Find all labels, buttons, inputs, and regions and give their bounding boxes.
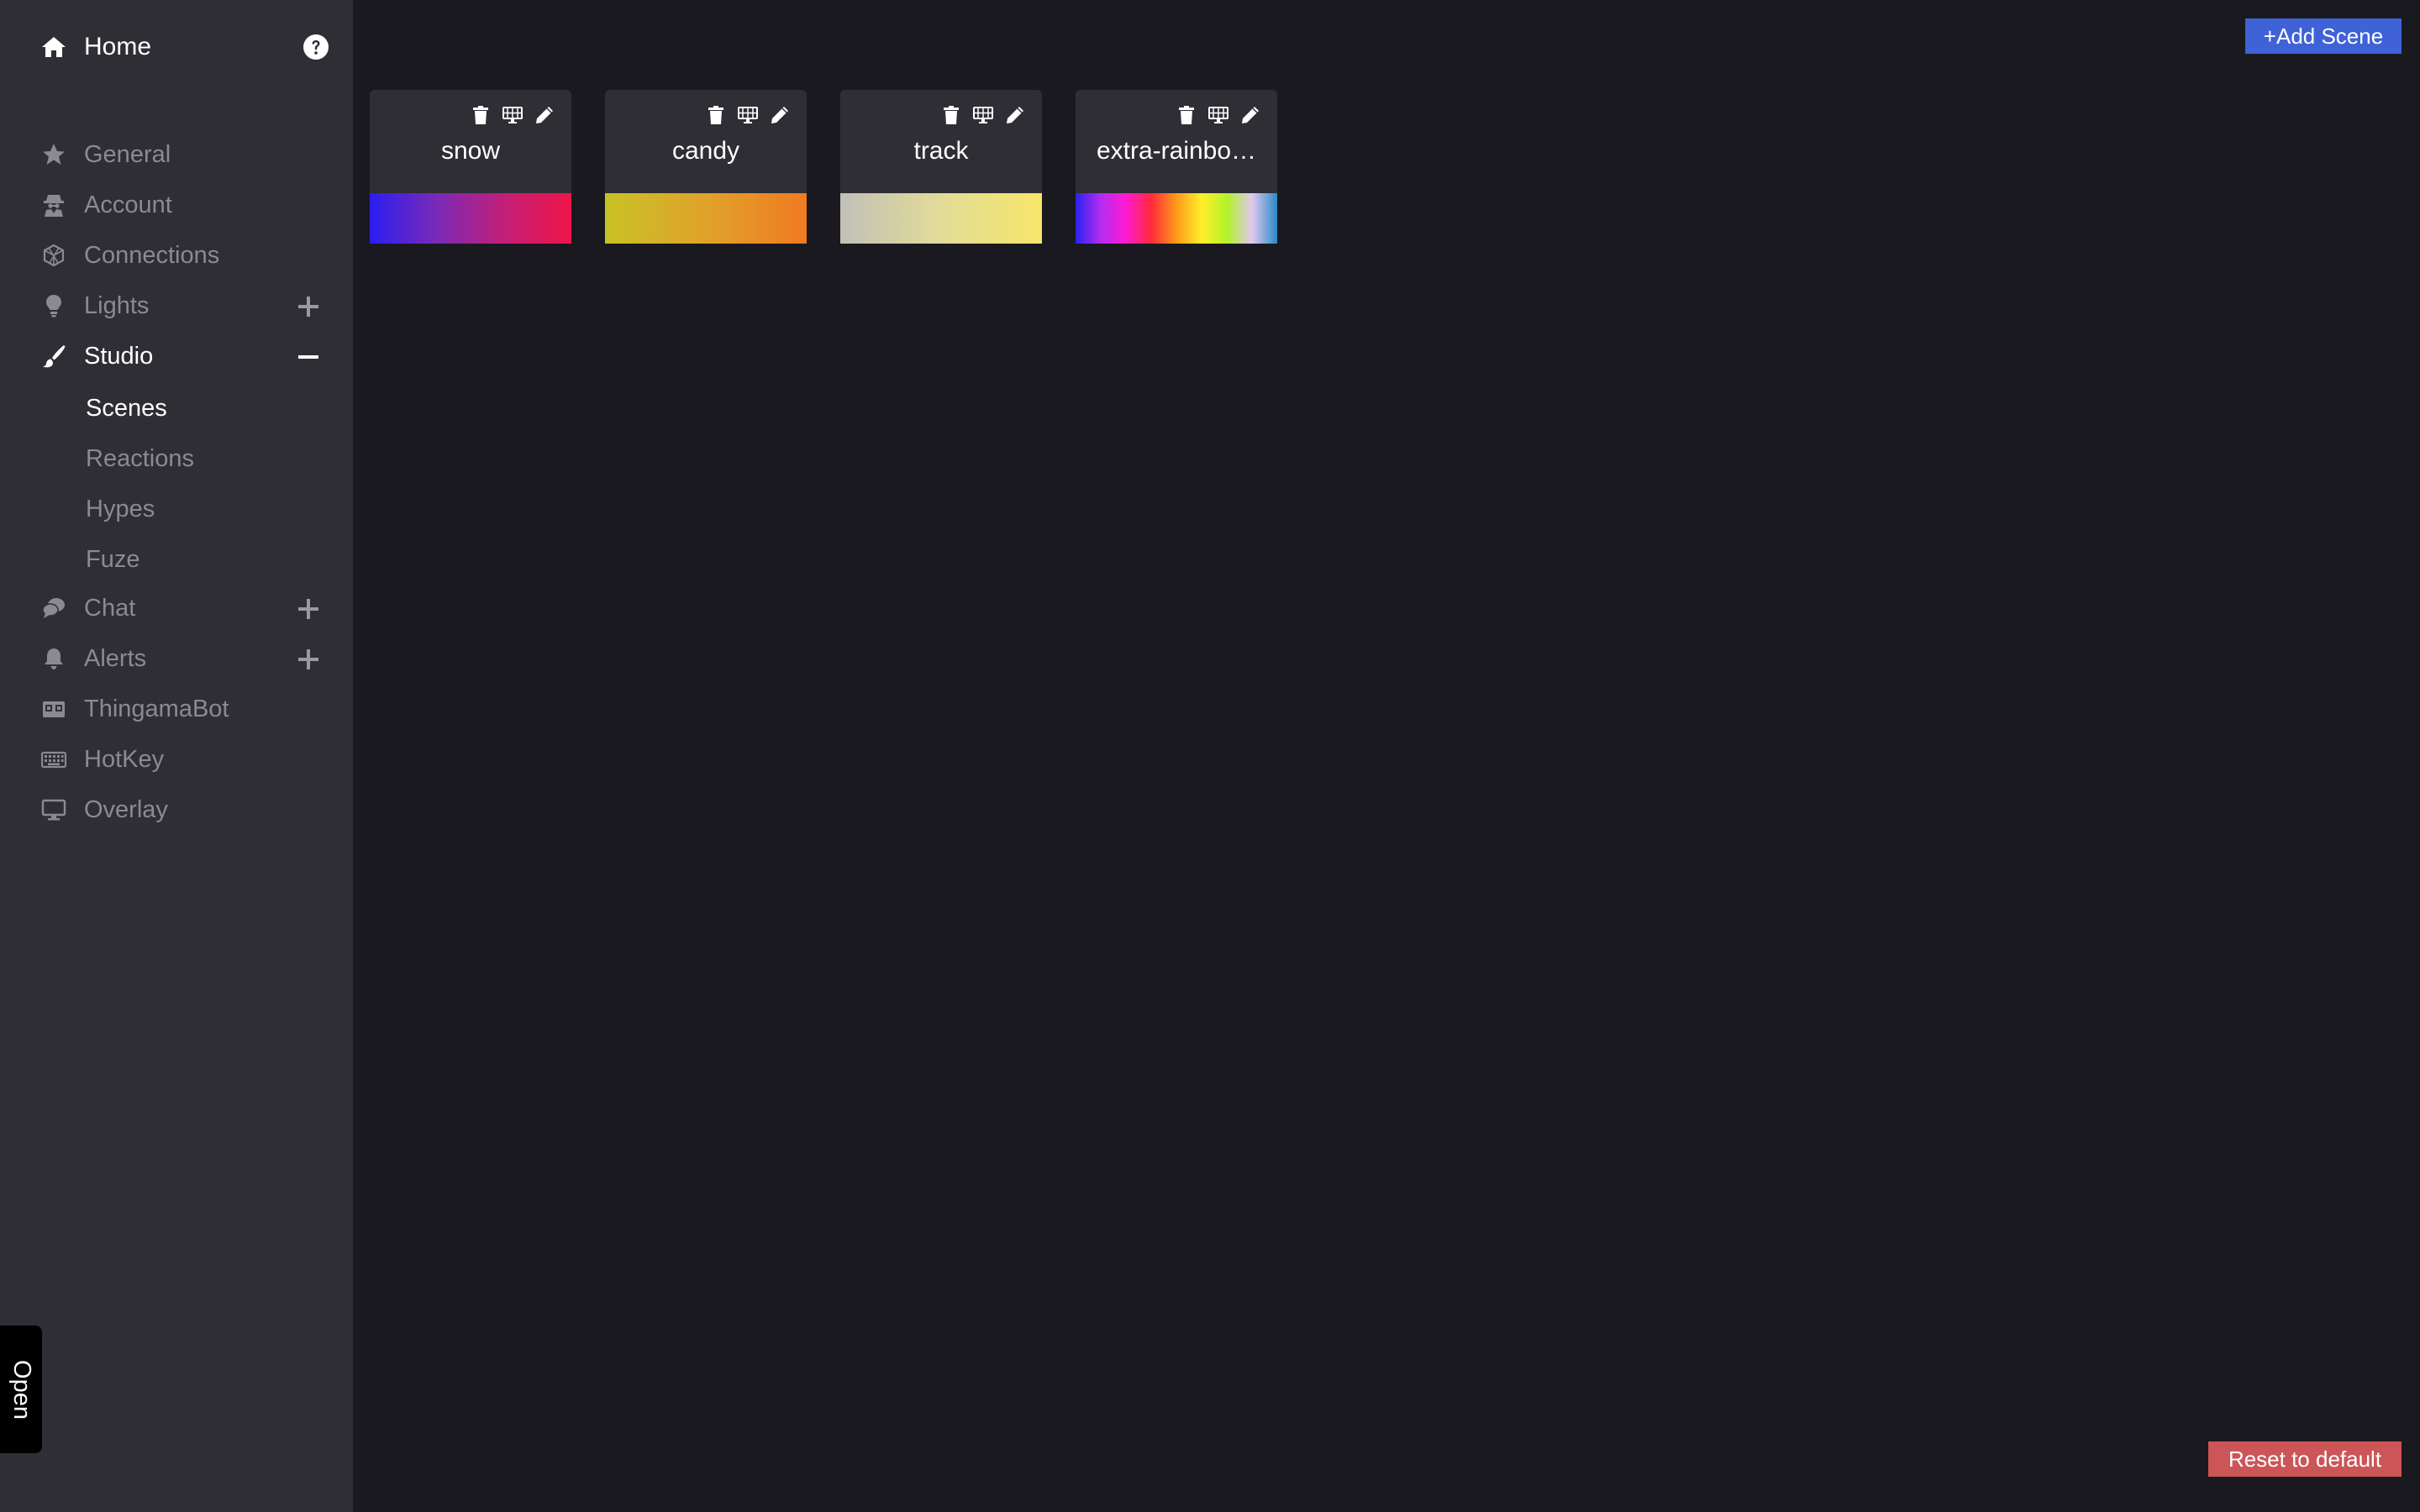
screen-preview-icon[interactable] bbox=[971, 103, 995, 127]
sidebar-item-alerts[interactable]: Alerts bbox=[40, 640, 329, 677]
sidebar-item-chat[interactable]: Chat bbox=[40, 590, 329, 627]
robot-icon bbox=[40, 696, 67, 722]
trash-icon[interactable] bbox=[469, 103, 492, 127]
user-secret-icon bbox=[40, 192, 67, 218]
open-tab-label: Open bbox=[8, 1359, 35, 1420]
screen-preview-icon[interactable] bbox=[736, 103, 760, 127]
scene-name: extra-rainbo… bbox=[1096, 137, 1257, 165]
trash-icon[interactable] bbox=[1175, 103, 1198, 127]
keyboard-icon bbox=[40, 746, 67, 773]
sidebar-item-label: Alerts bbox=[84, 644, 147, 672]
sidebar-item-general[interactable]: General bbox=[40, 136, 329, 173]
sidebar-item-label: ThingamaBot bbox=[84, 695, 229, 722]
sidebar-item-label: Overlay bbox=[84, 795, 168, 823]
open-tab[interactable]: Open bbox=[0, 1326, 42, 1453]
scene-card[interactable]: snow bbox=[370, 90, 571, 244]
trash-icon[interactable] bbox=[939, 103, 963, 127]
sidebar-home[interactable]: Home bbox=[40, 30, 329, 64]
add-scene-button[interactable]: +Add Scene bbox=[2245, 18, 2402, 54]
scene-gradient bbox=[1076, 193, 1277, 244]
scene-gradient bbox=[370, 193, 571, 244]
sidebar-item-thingamabot[interactable]: ThingamaBot bbox=[40, 690, 329, 727]
home-icon bbox=[40, 34, 67, 60]
sidebar-subitem-reactions[interactable]: Reactions bbox=[86, 440, 194, 477]
scene-gradient bbox=[605, 193, 807, 244]
monitor-icon bbox=[40, 796, 67, 823]
pencil-icon[interactable] bbox=[768, 103, 792, 127]
scene-card[interactable]: candy bbox=[605, 90, 807, 244]
reset-to-default-button[interactable]: Reset to default bbox=[2208, 1441, 2402, 1477]
plus-icon[interactable] bbox=[297, 296, 319, 318]
question-circle-icon[interactable] bbox=[302, 34, 329, 60]
scene-name: snow bbox=[440, 137, 501, 165]
plus-icon[interactable] bbox=[297, 598, 319, 620]
star-icon bbox=[40, 141, 67, 168]
scene-gradient bbox=[840, 193, 1042, 244]
sidebar-item-label: Lights bbox=[84, 291, 150, 319]
sidebar-subitem-scenes[interactable]: Scenes bbox=[86, 390, 167, 427]
plus-icon[interactable] bbox=[297, 648, 319, 670]
scene-card-tools bbox=[939, 103, 1027, 127]
paintbrush-icon bbox=[40, 343, 67, 370]
sidebar-item-label: Studio bbox=[84, 342, 154, 370]
sidebar-item-label: Connections bbox=[84, 241, 220, 269]
screen-preview-icon[interactable] bbox=[501, 103, 524, 127]
sidebar-subitem-fuze[interactable]: Fuze bbox=[86, 541, 139, 578]
screen-preview-icon[interactable] bbox=[1207, 103, 1230, 127]
scene-card[interactable]: extra-rainbo… bbox=[1076, 90, 1277, 244]
chat-icon bbox=[40, 595, 67, 622]
sidebar-item-studio[interactable]: Studio bbox=[40, 338, 329, 375]
pencil-icon[interactable] bbox=[1239, 103, 1262, 127]
scene-name: track bbox=[913, 137, 969, 165]
sidebar-item-account[interactable]: Account bbox=[40, 186, 329, 223]
sidebar-subitem-hypes[interactable]: Hypes bbox=[86, 491, 155, 528]
sidebar-item-overlay[interactable]: Overlay bbox=[40, 791, 329, 828]
scene-name: candy bbox=[671, 137, 740, 165]
sidebar-item-label: Chat bbox=[84, 594, 136, 622]
bell-icon bbox=[40, 645, 67, 672]
scene-card[interactable]: track bbox=[840, 90, 1042, 244]
sidebar-item-label: General bbox=[84, 140, 171, 168]
sidebar-item-label: Account bbox=[84, 191, 172, 218]
pencil-icon[interactable] bbox=[1003, 103, 1027, 127]
sidebar-item-connections[interactable]: Connections bbox=[40, 237, 329, 274]
lightbulb-icon bbox=[40, 292, 67, 319]
minus-icon[interactable] bbox=[297, 346, 319, 368]
pencil-icon[interactable] bbox=[533, 103, 556, 127]
scene-card-tools bbox=[704, 103, 792, 127]
sidebar-item-label: HotKey bbox=[84, 745, 165, 773]
sidebar-item-hotkey[interactable]: HotKey bbox=[40, 741, 329, 778]
scene-card-tools bbox=[469, 103, 556, 127]
scene-card-tools bbox=[1175, 103, 1262, 127]
home-label: Home bbox=[84, 33, 152, 60]
sidebar: Home General Account Connections Lights … bbox=[0, 0, 353, 1512]
connections-icon bbox=[40, 242, 67, 269]
sidebar-item-lights[interactable]: Lights bbox=[40, 287, 329, 324]
trash-icon[interactable] bbox=[704, 103, 728, 127]
